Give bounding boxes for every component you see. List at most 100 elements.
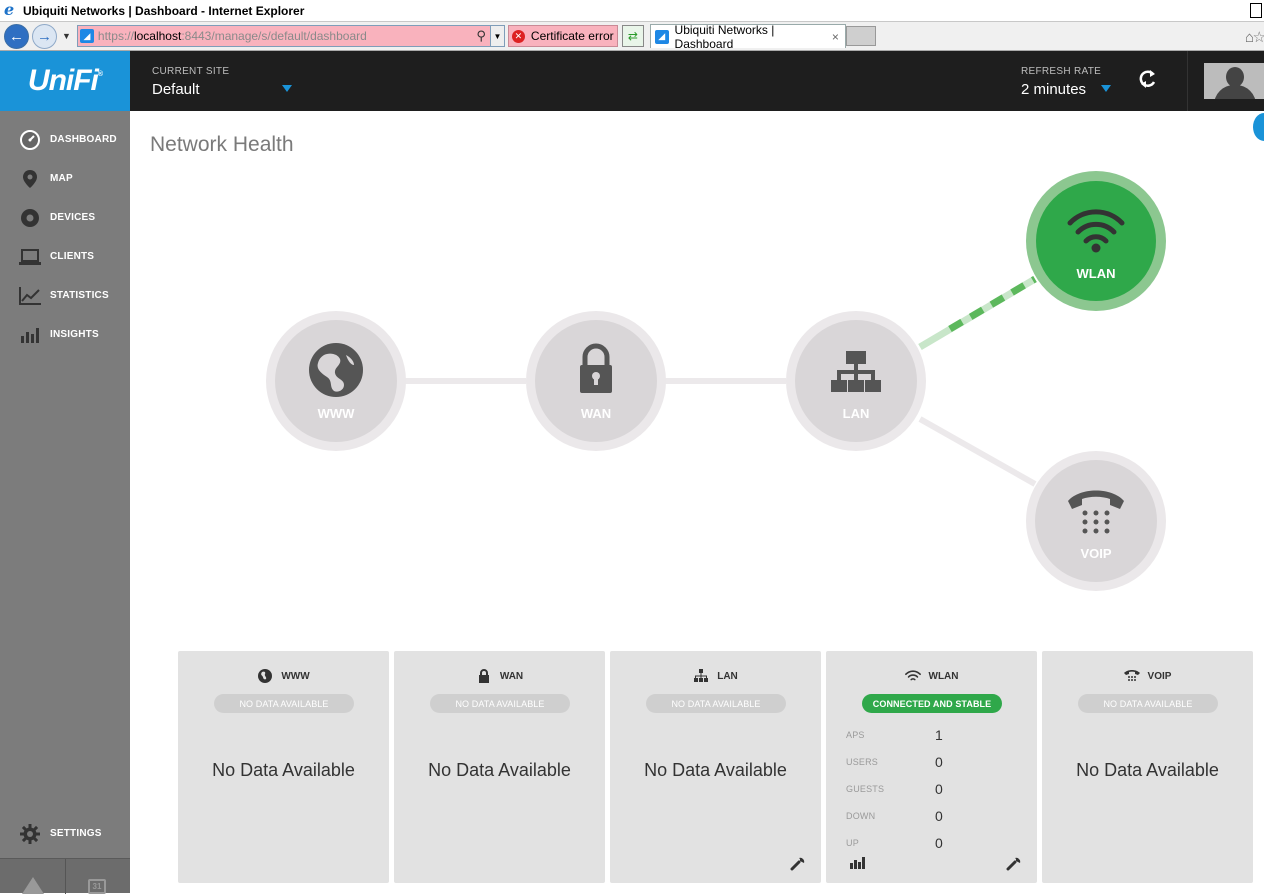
sidebar-item-clients[interactable]: CLIENTS [0,237,130,276]
gear-icon [18,823,42,844]
sidebar-item-insights[interactable]: INSIGHTS [0,315,130,354]
stat-value: 1 [935,726,943,743]
dashboard-dial-icon [18,129,42,150]
sidebar-item-devices[interactable]: DEVICES [0,198,130,237]
configure-wrench-icon[interactable] [790,855,806,874]
current-site-select[interactable]: Default [152,81,200,98]
footer-divider [65,859,66,894]
user-menu[interactable] [1187,51,1264,111]
window-titlebar: e Ubiquiti Networks | Dashboard - Intern… [0,0,1264,22]
card-header: WWW [178,669,389,683]
status-badge: NO DATA AVAILABLE [430,694,570,713]
browser-address-bar: ← → ▼ ◢ https://localhost:8443/manage/s/… [0,22,1264,51]
internet-explorer-icon: e [4,0,15,19]
current-site-label: CURRENT SITE [152,66,230,77]
avatar[interactable] [1204,63,1264,99]
card-wan: WAN NO DATA AVAILABLE No Data Available [394,651,605,883]
browser-tab[interactable]: ◢ Ubiquiti Networks | Dashboard × [649,22,846,51]
tab-title: Ubiquiti Networks | Dashboard [674,22,775,51]
main-content: Network Health WWW WAN LAN WLAN VOIP WWW… [130,111,1264,893]
node-label: WAN [581,406,611,421]
url-dropdown-icon[interactable]: ▼ [489,26,504,46]
tab-close-icon[interactable]: × [832,30,839,44]
laptop-icon [18,247,42,267]
stat-value: 0 [935,780,943,797]
forward-button[interactable]: → [32,23,57,49]
stat-label: GUESTS [846,783,885,794]
sidebar-nav: DASHBOARD MAP DEVICES CLIENTS STATISTICS [0,120,130,354]
node-wlan[interactable]: WLAN [1026,171,1166,311]
sidebar-item-dashboard[interactable]: DASHBOARD [0,120,130,159]
node-wan[interactable]: WAN [526,311,666,451]
card-voip: VOIP NO DATA AVAILABLE No Data Available [1042,651,1253,883]
no-data-message: No Data Available [428,760,571,780]
url-path: :8443/manage/s/default/dashboard [181,29,367,43]
url-input[interactable]: ◢ https://localhost:8443/manage/s/defaul… [76,25,505,47]
lock-icon [476,669,492,683]
refresh-rate-select[interactable]: 2 minutes [1021,81,1086,98]
card-www: WWW NO DATA AVAILABLE No Data Available [178,651,389,883]
certificate-error-button[interactable]: ✕ Certificate error [507,25,618,47]
search-icon[interactable]: ⚲ [476,28,486,44]
sidebar: UniFi ® DASHBOARD MAP DEVICES CLIENTS ST… [0,51,130,894]
node-lan[interactable]: LAN [786,311,926,451]
stat-row: USERS 0 [846,748,1026,775]
unifi-logo[interactable]: UniFi ® [0,51,130,111]
status-badge: NO DATA AVAILABLE [214,694,354,713]
no-data-message: No Data Available [644,760,787,780]
card-header: WLAN [826,669,1037,683]
sidebar-settings: SETTINGS [0,814,130,853]
forward-arrow-icon: → [37,27,52,45]
sidebar-item-label: DASHBOARD [50,134,117,145]
back-button[interactable]: ← [4,23,29,49]
header-bar: CURRENT SITE Default REFRESH RATE 2 minu… [130,51,1264,111]
url-host: localhost [133,29,182,43]
status-badge: NO DATA AVAILABLE [1078,694,1218,713]
sidebar-item-label: STATISTICS [50,290,109,301]
events-calendar-icon[interactable]: 31 [88,879,106,894]
sidebar-item-settings[interactable]: SETTINGS [0,814,130,853]
refresh-rate-caret-icon[interactable] [1101,85,1111,92]
globe-icon [309,343,363,397]
card-title: WAN [499,670,524,682]
sidebar-item-statistics[interactable]: STATISTICS [0,276,130,315]
configure-wrench-icon[interactable] [1006,855,1022,874]
favorites-star-icon[interactable]: ☆ [1253,28,1264,46]
node-voip[interactable]: VOIP [1026,451,1166,591]
bar-chart-icon [18,325,42,345]
logo-text: UniFi [27,64,99,97]
card-title: LAN [717,670,738,682]
refresh-arrows-icon: ⇄ [627,29,638,43]
stat-value: 0 [935,753,943,770]
sidebar-item-label: MAP [50,173,73,184]
node-www[interactable]: WWW [266,311,406,451]
back-arrow-icon: ← [9,27,24,45]
card-wlan: WLAN CONNECTED AND STABLE APS 1 USERS 0 GU… [826,651,1037,883]
new-tab-button[interactable] [845,26,876,46]
url-prefix: https:// [97,29,134,43]
refresh-icon[interactable] [1138,69,1158,95]
site-dropdown-caret-icon[interactable] [282,85,292,92]
node-label: LAN [843,406,870,421]
health-cards: WWW NO DATA AVAILABLE No Data Available … [178,651,1258,883]
status-badge: CONNECTED AND STABLE [862,694,1002,713]
card-header: VOIP [1042,669,1253,683]
browser-refresh-button[interactable]: ⇄ [621,25,644,47]
alerts-warning-icon[interactable] [22,877,44,894]
statistics-bar-chart-icon[interactable] [850,856,866,874]
no-data-message: No Data Available [1076,760,1219,780]
link-lan-voip [918,416,1037,487]
avatar-body-shape [1214,85,1256,99]
card-lan: LAN NO DATA AVAILABLE No Data Available [610,651,821,883]
site-favicon-icon: ◢ [79,29,94,43]
history-dropdown-icon[interactable]: ▼ [62,31,71,41]
sidebar-item-label: SETTINGS [50,828,102,839]
tab-favicon-icon: ◢ [654,29,669,44]
stat-row: APS 1 [846,721,1026,748]
sidebar-item-map[interactable]: MAP [0,159,130,198]
map-pin-icon [18,169,42,189]
stat-label: DOWN [846,810,876,821]
window-minimize-button[interactable] [1250,3,1262,18]
stat-label: USERS [846,756,879,767]
sidebar-item-label: INSIGHTS [50,329,99,340]
